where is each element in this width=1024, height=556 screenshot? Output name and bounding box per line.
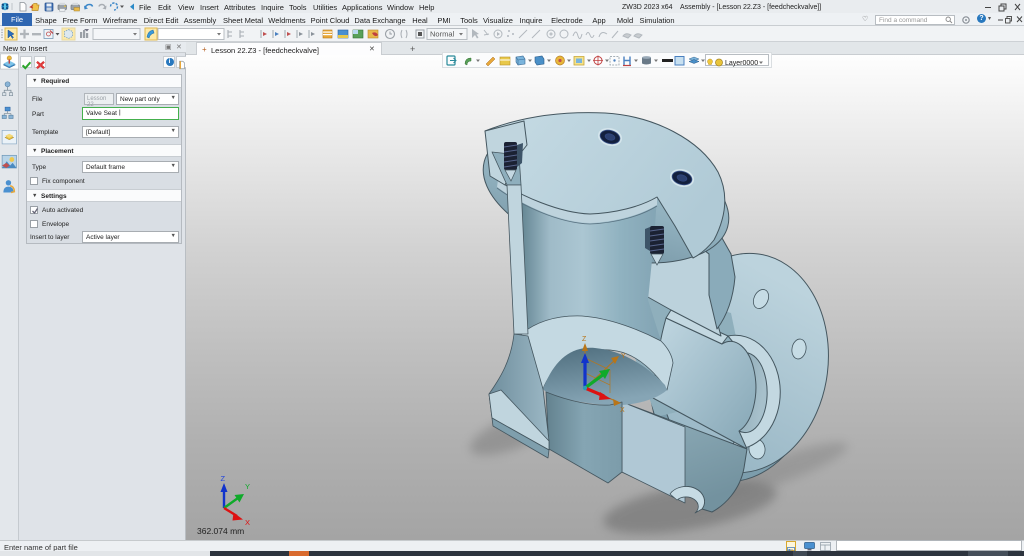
svg-text:Z: Z (582, 336, 587, 343)
svg-text:Y: Y (621, 353, 626, 360)
svg-text:Layer0000: Layer0000 (725, 60, 758, 67)
svg-text:Z: Z (221, 474, 226, 483)
svg-text:Normal: Normal (430, 30, 455, 39)
svg-text:X: X (620, 407, 625, 414)
svg-text:362.074 mm: 362.074 mm (197, 526, 244, 536)
svg-text:X: X (245, 518, 250, 527)
svg-text:Y: Y (245, 482, 250, 491)
